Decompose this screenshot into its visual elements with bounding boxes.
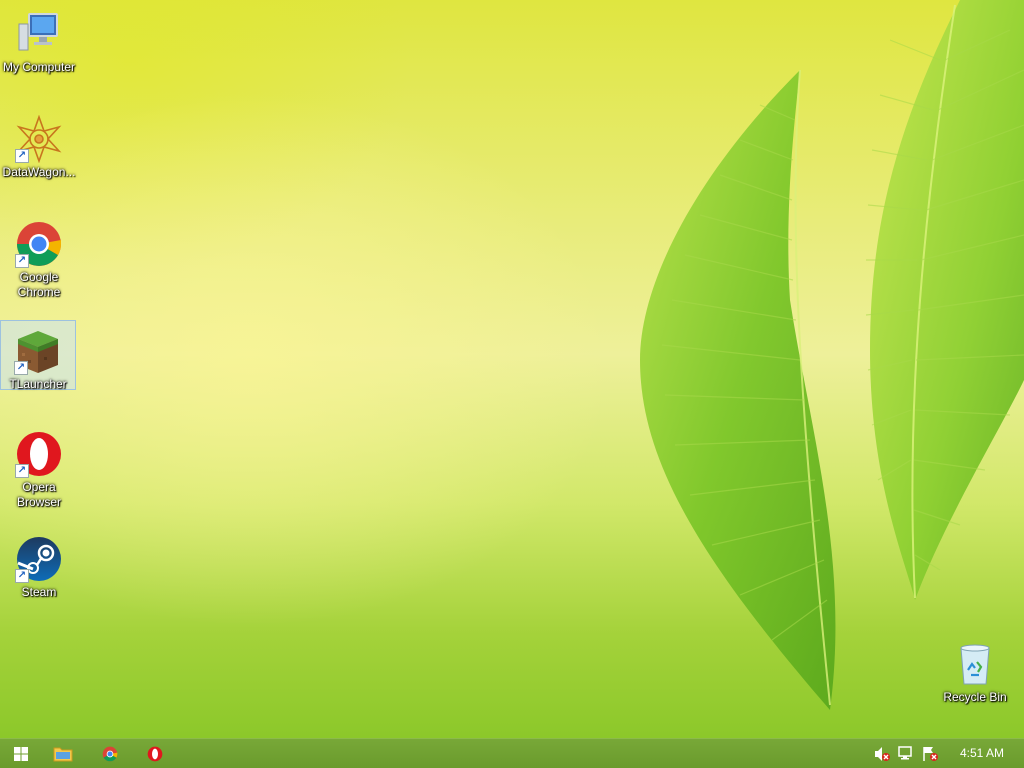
chrome-icon: ↗ [15,220,63,268]
windows-logo-icon [14,746,28,761]
shortcut-arrow-icon: ↗ [15,464,29,478]
desktop-icon-tlauncher[interactable]: ↗ TLauncher [0,320,76,391]
network-disconnected-icon[interactable] [897,745,915,763]
taskbar-clock[interactable]: 4:51 AM [960,746,1004,761]
chrome-taskbar-button[interactable] [89,739,131,768]
taskbar: 4:51 AM [0,738,1024,768]
desktop-icon-google-chrome[interactable]: ↗ Google Chrome [1,214,77,300]
file-explorer-button[interactable] [42,739,84,768]
folder-icon [53,747,73,761]
desktop-icon-my-computer[interactable]: My Computer [1,4,77,75]
shortcut-arrow-icon: ↗ [15,569,29,583]
desktop-icon-label: Opera Browser [16,480,61,509]
desktop-icon-label: Google Chrome [17,270,61,299]
desktop-icon-label: My Computer [2,60,76,74]
desktop[interactable]: My Computer ↗ DataWagon... ↗ Google Chro… [0,0,1024,738]
shortcut-arrow-icon: ↗ [15,254,29,268]
desktop-icon-label: TLauncher [9,377,67,391]
wallpaper-leaves-image [640,0,1024,710]
start-button[interactable] [0,739,42,768]
action-center-icon[interactable] [921,745,939,763]
chrome-icon [102,746,118,761]
desktop-icon-opera-browser[interactable]: ↗ Opera Browser [1,424,77,510]
shortcut-arrow-icon: ↗ [15,149,29,163]
desktop-icon-label: DataWagon... [2,165,76,179]
datawagon-icon: ↗ [15,115,63,163]
volume-muted-icon[interactable] [873,745,891,763]
opera-icon: ↗ [15,430,63,478]
computer-icon [15,10,63,58]
desktop-icon-label: Recycle Bin [943,690,1007,704]
desktop-icon-label: Steam [21,585,57,599]
opera-taskbar-button[interactable] [134,739,176,768]
shortcut-arrow-icon: ↗ [14,361,28,375]
opera-icon [147,746,163,761]
desktop-icon-steam[interactable]: ↗ Steam [1,529,77,600]
desktop-icon-datawagon[interactable]: ↗ DataWagon... [1,109,77,180]
desktop-icon-recycle-bin[interactable]: Recycle Bin [937,634,1013,705]
recycle-bin-icon [951,640,999,688]
steam-icon: ↗ [15,535,63,583]
tlauncher-grass-block-icon: ↗ [14,327,62,375]
